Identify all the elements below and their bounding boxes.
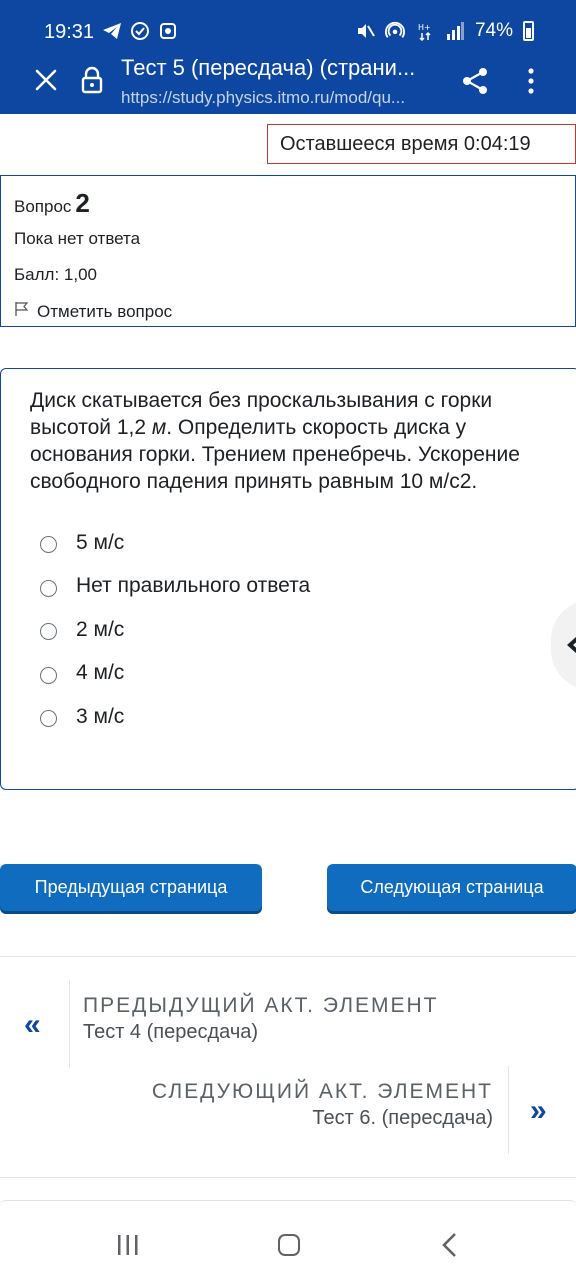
back-icon[interactable]	[440, 1232, 460, 1258]
flag-question-link[interactable]: Отметить вопрос	[14, 301, 575, 322]
question-content: Диск скатывается без проскальзывания с г…	[0, 368, 576, 790]
browser-toolbar: 19:31 H+ 74% Тест 5 (пересдача) (страни.…	[0, 0, 576, 114]
signal-icon	[445, 21, 465, 41]
flag-question-label: Отметить вопрос	[37, 301, 173, 321]
answer-option[interactable]: 3 м/с	[30, 695, 549, 739]
check-circle-icon	[130, 21, 150, 41]
previous-activity-kicker: ПРЕДЫДУЩИЙ АКТ. ЭЛЕМЕНТ	[83, 994, 439, 1017]
next-activity-kicker: СЛЕДУЮЩИЙ АКТ. ЭЛЕМЕНТ	[151, 1080, 493, 1103]
status-time: 19:31	[44, 21, 95, 43]
chevron-left-icon	[566, 635, 576, 655]
close-icon[interactable]	[30, 64, 62, 96]
battery-percent: 74%	[474, 20, 513, 41]
radio-button[interactable]	[40, 579, 57, 597]
next-activity-link[interactable]: СЛЕДУЮЩИЙ АКТ. ЭЛЕМЕНТ Тест 6. (пересдач…	[0, 1066, 576, 1156]
page-title: Тест 5 (пересдача) (страни...	[121, 55, 416, 80]
radio-button[interactable]	[40, 623, 57, 641]
more-options-icon[interactable]	[521, 66, 541, 96]
system-nav-bar	[0, 1210, 576, 1280]
telegram-icon	[102, 21, 122, 41]
radio-button[interactable]	[40, 666, 57, 684]
page-url[interactable]: https://study.physics.itmo.ru/mod/qu...	[121, 88, 451, 108]
home-icon[interactable]	[278, 1234, 300, 1256]
hotspot-icon	[385, 21, 405, 41]
question-number: Вопрос 2	[14, 188, 90, 218]
double-chevron-left-icon: «	[24, 1008, 41, 1041]
question-text: Диск скатывается без проскальзывания с г…	[30, 389, 520, 493]
lock-icon[interactable]	[80, 66, 104, 94]
previous-activity-link[interactable]: « ПРЕДЫДУЩИЙ АКТ. ЭЛЕМЕНТ Тест 4 (пересд…	[0, 980, 576, 1070]
answer-options: 5 м/с Нет правильного ответа 2 м/с 4 м/с…	[30, 521, 549, 739]
battery-icon	[523, 21, 534, 41]
notification-icon	[158, 21, 178, 41]
divider	[0, 1177, 576, 1178]
answer-option[interactable]: 2 м/с	[30, 608, 549, 652]
recent-apps-icon[interactable]	[116, 1234, 140, 1256]
time-remaining: Оставшееся время 0:04:19	[267, 124, 576, 164]
question-info: Вопрос 2 Пока нет ответа Балл: 1,00 Отмет…	[0, 175, 576, 327]
flag-icon	[14, 301, 30, 322]
previous-activity-name: Тест 4 (пересдача)	[83, 1021, 259, 1043]
question-state: Пока нет ответа	[14, 229, 141, 248]
radio-button[interactable]	[40, 536, 57, 554]
next-activity-name: Тест 6. (пересдача)	[312, 1107, 493, 1129]
data-icon: H+	[415, 21, 435, 41]
question-grade: Балл: 1,00	[14, 265, 97, 284]
share-icon[interactable]	[460, 66, 490, 96]
mute-icon	[355, 21, 375, 41]
double-chevron-right-icon: »	[530, 1094, 547, 1127]
divider	[0, 956, 576, 957]
next-page-button[interactable]: Следующая страница	[327, 864, 576, 911]
answer-option[interactable]: 4 м/с	[30, 652, 549, 696]
previous-page-button[interactable]: Предыдущая страница	[0, 864, 262, 911]
answer-option[interactable]: 5 м/с	[30, 521, 549, 565]
answer-option[interactable]: Нет правильного ответа	[30, 565, 549, 609]
radio-button[interactable]	[40, 710, 57, 728]
svg-text:H+: H+	[418, 23, 431, 32]
